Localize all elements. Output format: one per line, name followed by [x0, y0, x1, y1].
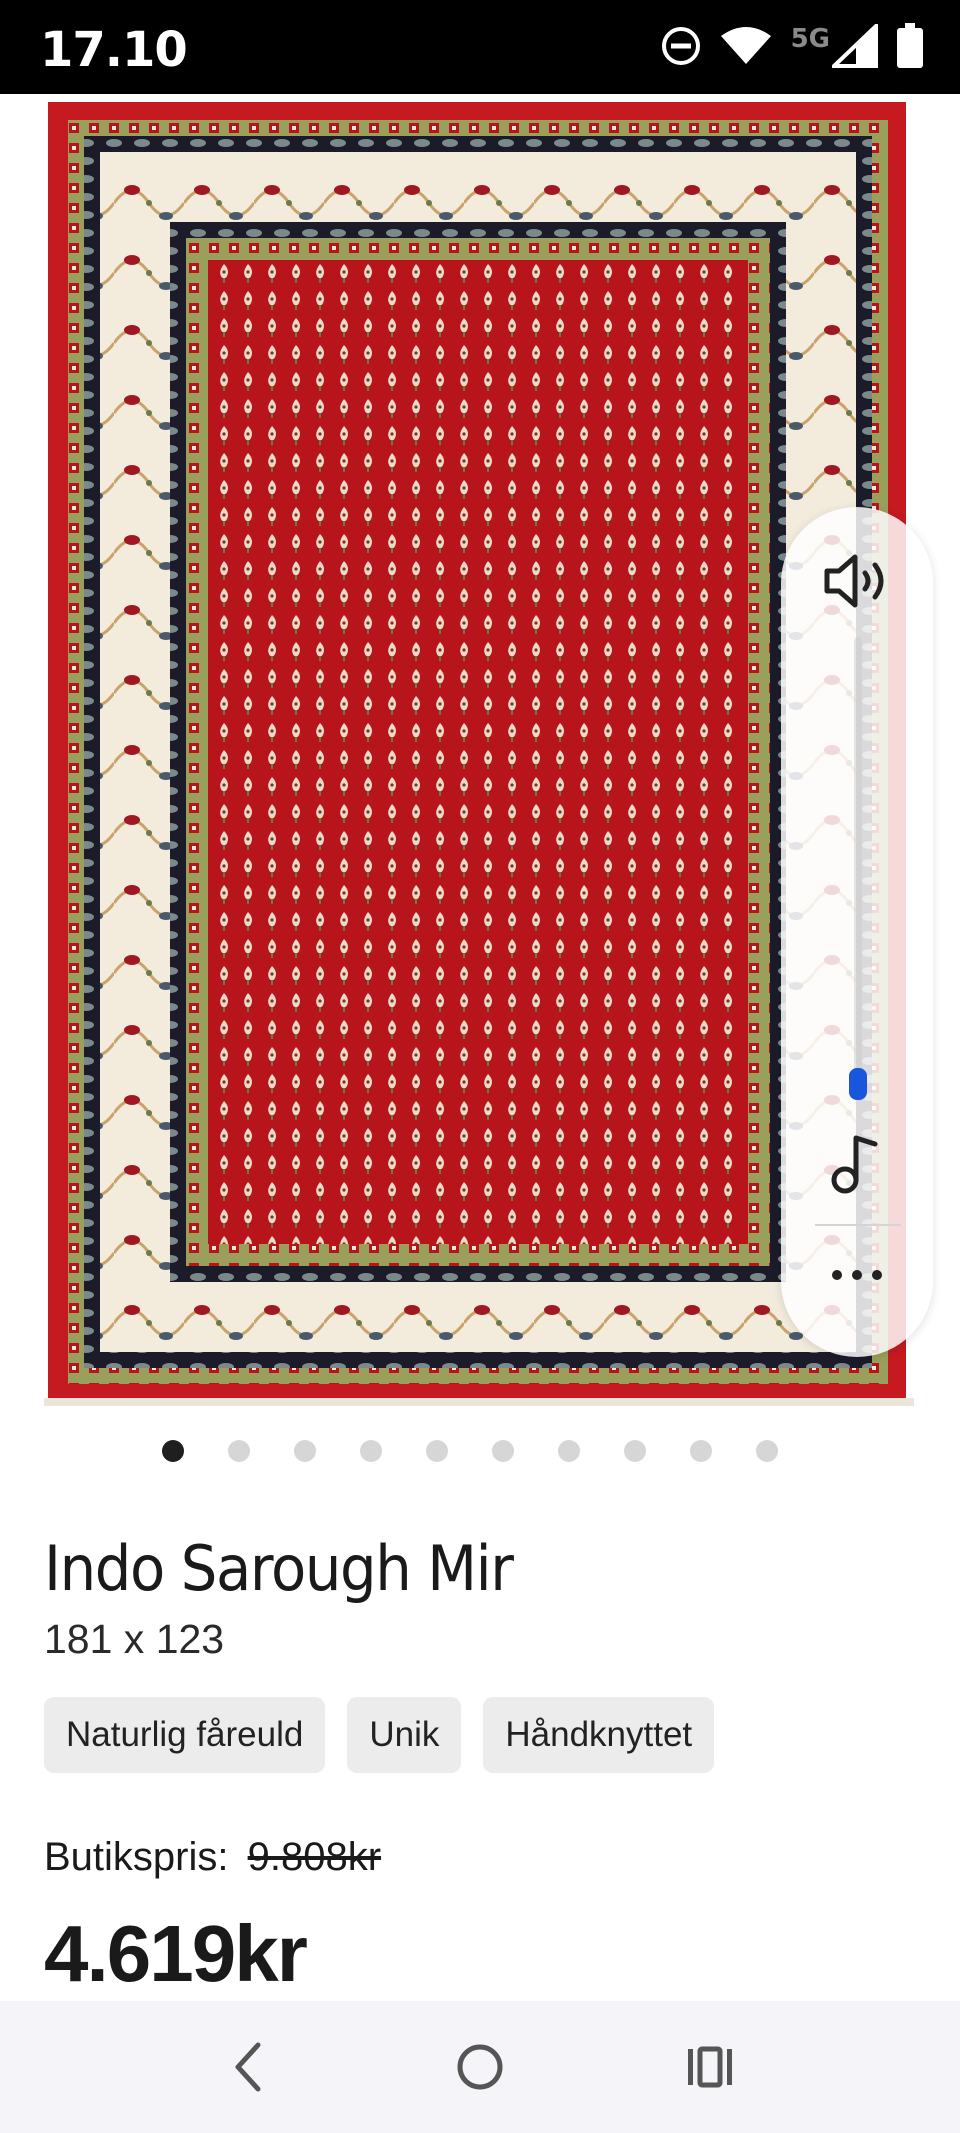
speaker-icon[interactable]: [821, 551, 893, 616]
signal-icon: [829, 20, 878, 73]
carousel-dot[interactable]: [162, 1440, 184, 1462]
tag-unique[interactable]: Unik: [347, 1697, 462, 1773]
product-size: 181 x 123: [44, 1616, 225, 1662]
network-type: 5G: [790, 24, 830, 54]
carousel-dot[interactable]: [756, 1440, 778, 1462]
product-tags: Naturlig fåreuld Unik Håndknyttet: [44, 1697, 715, 1773]
status-time: 17.10: [40, 22, 188, 78]
back-icon[interactable]: [228, 2039, 268, 2100]
product-title: Indo Sarough Mir: [44, 1532, 514, 1605]
image-carousel-dots: [0, 1440, 960, 1462]
status-bar: 17.10 5G: [0, 0, 960, 94]
volume-panel[interactable]: [781, 507, 933, 1357]
carousel-dot[interactable]: [426, 1440, 448, 1462]
carousel-dot[interactable]: [558, 1440, 580, 1462]
carousel-dot[interactable]: [228, 1440, 250, 1462]
do-not-disturb-icon: [661, 26, 701, 71]
music-note-icon[interactable]: [831, 1132, 883, 1199]
more-icon[interactable]: [829, 1267, 885, 1288]
battery-icon: [896, 22, 924, 74]
store-price-old: 9.808kr: [247, 1835, 382, 1879]
store-price: Butikspris: 9.808kr: [44, 1835, 381, 1880]
recents-icon[interactable]: [684, 2039, 736, 2100]
carousel-dot[interactable]: [294, 1440, 316, 1462]
carousel-dot[interactable]: [624, 1440, 646, 1462]
tag-material[interactable]: Naturlig fåreuld: [44, 1697, 326, 1773]
status-icons: 5G: [661, 20, 924, 74]
tag-handknotted[interactable]: Håndknyttet: [483, 1697, 715, 1773]
volume-slider-track[interactable]: [854, 637, 862, 1097]
volume-slider-handle[interactable]: [849, 1068, 867, 1100]
wifi-icon: [719, 26, 773, 71]
carousel-dot[interactable]: [492, 1440, 514, 1462]
store-price-label: Butikspris:: [44, 1835, 229, 1879]
carousel-dot[interactable]: [360, 1440, 382, 1462]
product-price: 4.619kr: [44, 1909, 308, 1998]
panel-divider: [815, 1224, 901, 1226]
carousel-dot[interactable]: [690, 1440, 712, 1462]
home-icon[interactable]: [455, 2039, 505, 2100]
navigation-bar: [0, 2001, 960, 2133]
